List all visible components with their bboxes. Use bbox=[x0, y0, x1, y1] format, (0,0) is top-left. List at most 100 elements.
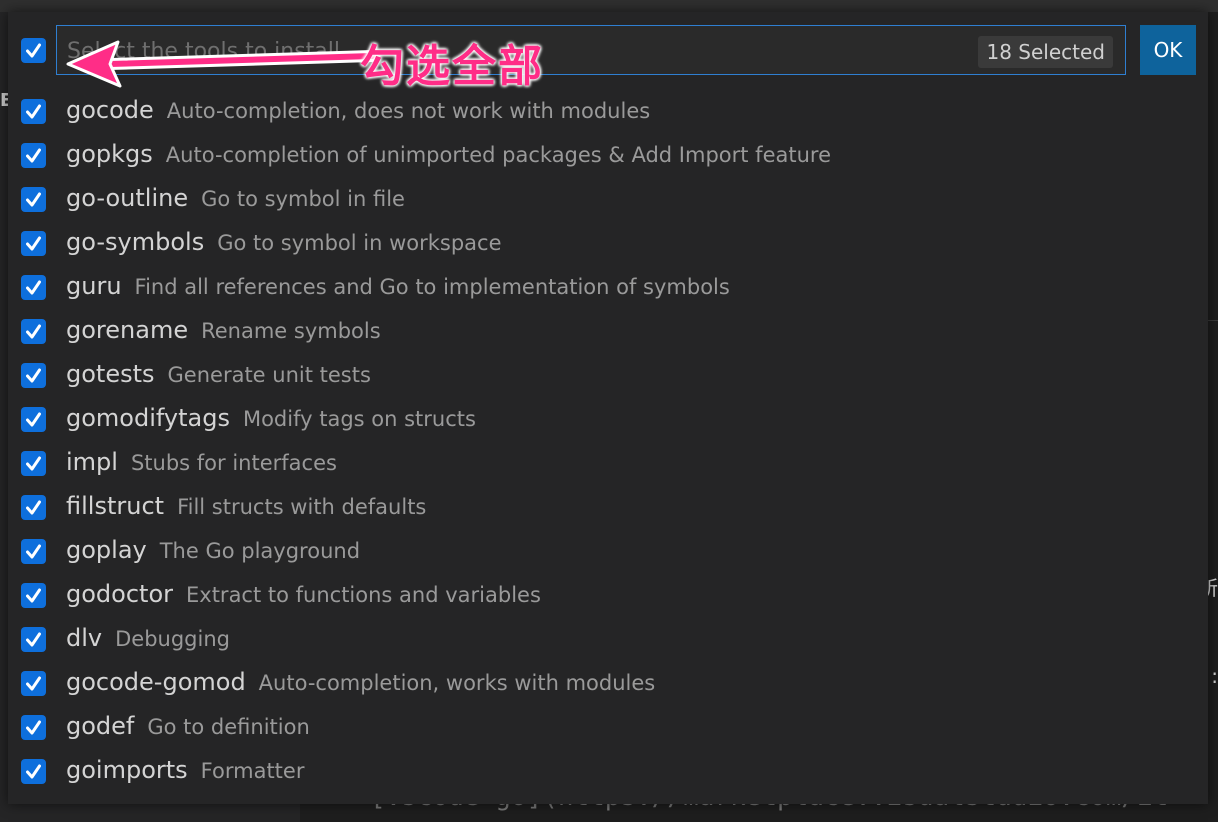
tool-name-line: guru Find all references and Go to implem… bbox=[66, 272, 730, 300]
tool-description: Auto-completion, works with modules bbox=[258, 671, 656, 695]
tool-name: guru bbox=[66, 272, 122, 300]
tool-name-line: fillstruct Fill structs with defaults bbox=[66, 492, 426, 520]
tool-name: gotests bbox=[66, 360, 155, 388]
tool-checkbox[interactable] bbox=[21, 715, 46, 740]
checkmark-icon bbox=[26, 324, 41, 339]
tool-name: impl bbox=[66, 448, 118, 476]
tool-description: Auto-completion, does not work with modu… bbox=[166, 99, 651, 123]
tool-name: fillstruct bbox=[66, 492, 165, 520]
checkmark-icon bbox=[26, 764, 41, 779]
tool-checkbox[interactable] bbox=[21, 99, 46, 124]
quick-pick-dialog: 18 Selected OK 勾选全部 gocode Auto-completio… bbox=[8, 12, 1208, 804]
tool-description: Debugging bbox=[115, 627, 230, 651]
checkmark-icon bbox=[26, 104, 41, 119]
checkmark-icon bbox=[26, 500, 41, 515]
tool-list-item[interactable]: gocode-gomod Auto-completion, works with … bbox=[8, 662, 1208, 706]
checkmark-icon bbox=[26, 544, 41, 559]
tool-list: gocode Auto-completion, does not work wit… bbox=[8, 90, 1208, 794]
tool-description: Go to definition bbox=[147, 715, 310, 739]
ok-button[interactable]: OK bbox=[1140, 25, 1196, 75]
tool-description: Find all references and Go to implementa… bbox=[134, 275, 730, 299]
tool-name: gorename bbox=[66, 316, 189, 344]
tool-list-item[interactable]: goimports Formatter bbox=[8, 750, 1208, 794]
tool-name-line: dlv Debugging bbox=[66, 624, 230, 652]
window-title-strip bbox=[0, 0, 1218, 12]
tool-checkbox[interactable] bbox=[21, 187, 46, 212]
checkmark-icon bbox=[26, 456, 41, 471]
tool-name-line: goimports Formatter bbox=[66, 756, 304, 784]
tool-list-item[interactable]: fillstruct Fill structs with defaults bbox=[8, 486, 1208, 530]
tool-name: gopkgs bbox=[66, 140, 153, 168]
tool-description: Stubs for interfaces bbox=[130, 451, 337, 475]
tool-checkbox[interactable] bbox=[21, 231, 46, 256]
tool-name-line: gocode-gomod Auto-completion, works with … bbox=[66, 668, 655, 696]
tool-checkbox[interactable] bbox=[21, 583, 46, 608]
tool-checkbox[interactable] bbox=[21, 319, 46, 344]
tool-list-item[interactable]: godoctor Extract to functions and variabl… bbox=[8, 574, 1208, 618]
tool-description: Rename symbols bbox=[201, 319, 381, 343]
tool-list-item[interactable]: go-outline Go to symbol in file bbox=[8, 178, 1208, 222]
tool-list-item[interactable]: gotests Generate unit tests bbox=[8, 354, 1208, 398]
tool-name-line: gocode Auto-completion, does not work wit… bbox=[66, 96, 650, 124]
tool-checkbox[interactable] bbox=[21, 495, 46, 520]
tool-name-line: go-symbols Go to symbol in workspace bbox=[66, 228, 502, 256]
tool-name: go-symbols bbox=[66, 228, 205, 256]
tool-name: godoctor bbox=[66, 580, 173, 608]
selected-count-badge: 18 Selected bbox=[978, 36, 1113, 68]
tool-name-line: goplay The Go playground bbox=[66, 536, 360, 564]
tool-checkbox[interactable] bbox=[21, 627, 46, 652]
tool-name-line: go-outline Go to symbol in file bbox=[66, 184, 405, 212]
tool-name: gocode-gomod bbox=[66, 668, 246, 696]
tool-checkbox[interactable] bbox=[21, 539, 46, 564]
tool-list-item[interactable]: gocode Auto-completion, does not work wit… bbox=[8, 90, 1208, 134]
checkmark-icon bbox=[26, 280, 41, 295]
editor-char: : bbox=[1211, 664, 1218, 688]
tool-checkbox[interactable] bbox=[21, 451, 46, 476]
tool-checkbox[interactable] bbox=[21, 759, 46, 784]
tool-name-line: impl Stubs for interfaces bbox=[66, 448, 337, 476]
tool-name-line: gopkgs Auto-completion of unimported pack… bbox=[66, 140, 831, 168]
checkmark-icon bbox=[26, 676, 41, 691]
tool-checkbox[interactable] bbox=[21, 671, 46, 696]
checkmark-icon bbox=[26, 192, 41, 207]
tool-list-item[interactable]: gomodifytags Modify tags on structs bbox=[8, 398, 1208, 442]
tool-list-item[interactable]: impl Stubs for interfaces bbox=[8, 442, 1208, 486]
checkmark-icon bbox=[26, 588, 41, 603]
tool-description: Formatter bbox=[200, 759, 305, 783]
select-all-checkbox[interactable] bbox=[21, 38, 46, 63]
tool-name: goimports bbox=[66, 756, 188, 784]
tool-description: Modify tags on structs bbox=[242, 407, 476, 431]
editor-divider bbox=[1208, 320, 1218, 321]
tool-name-line: gorename Rename symbols bbox=[66, 316, 381, 344]
tool-checkbox[interactable] bbox=[21, 275, 46, 300]
tool-checkbox[interactable] bbox=[21, 363, 46, 388]
tool-list-item[interactable]: dlv Debugging bbox=[8, 618, 1208, 662]
checkmark-icon bbox=[26, 720, 41, 735]
tool-description: Auto-completion of unimported packages &… bbox=[165, 143, 831, 167]
checkmark-icon bbox=[26, 412, 41, 427]
tool-list-item[interactable]: gorename Rename symbols bbox=[8, 310, 1208, 354]
tool-description: Go to symbol in workspace bbox=[217, 231, 502, 255]
tool-checkbox[interactable] bbox=[21, 143, 46, 168]
tool-list-item[interactable]: go-symbols Go to symbol in workspace bbox=[8, 222, 1208, 266]
tool-name-line: godef Go to definition bbox=[66, 712, 310, 740]
tool-name-line: gotests Generate unit tests bbox=[66, 360, 371, 388]
tool-description: Go to symbol in file bbox=[201, 187, 405, 211]
tool-list-item[interactable]: goplay The Go playground bbox=[8, 530, 1208, 574]
tool-list-item[interactable]: guru Find all references and Go to implem… bbox=[8, 266, 1208, 310]
tool-name: dlv bbox=[66, 624, 103, 652]
tool-description: The Go playground bbox=[159, 539, 361, 563]
checkmark-icon bbox=[26, 43, 41, 58]
tool-name: godef bbox=[66, 712, 135, 740]
checkmark-icon bbox=[26, 236, 41, 251]
tool-name: gomodifytags bbox=[66, 404, 230, 432]
tool-name: gocode bbox=[66, 96, 154, 124]
tool-name: go-outline bbox=[66, 184, 189, 212]
tool-name: goplay bbox=[66, 536, 147, 564]
checkmark-icon bbox=[26, 632, 41, 647]
tool-list-item[interactable]: gopkgs Auto-completion of unimported pack… bbox=[8, 134, 1208, 178]
tool-name-line: gomodifytags Modify tags on structs bbox=[66, 404, 476, 432]
checkmark-icon bbox=[26, 148, 41, 163]
tool-checkbox[interactable] bbox=[21, 407, 46, 432]
tool-list-item[interactable]: godef Go to definition bbox=[8, 706, 1208, 750]
